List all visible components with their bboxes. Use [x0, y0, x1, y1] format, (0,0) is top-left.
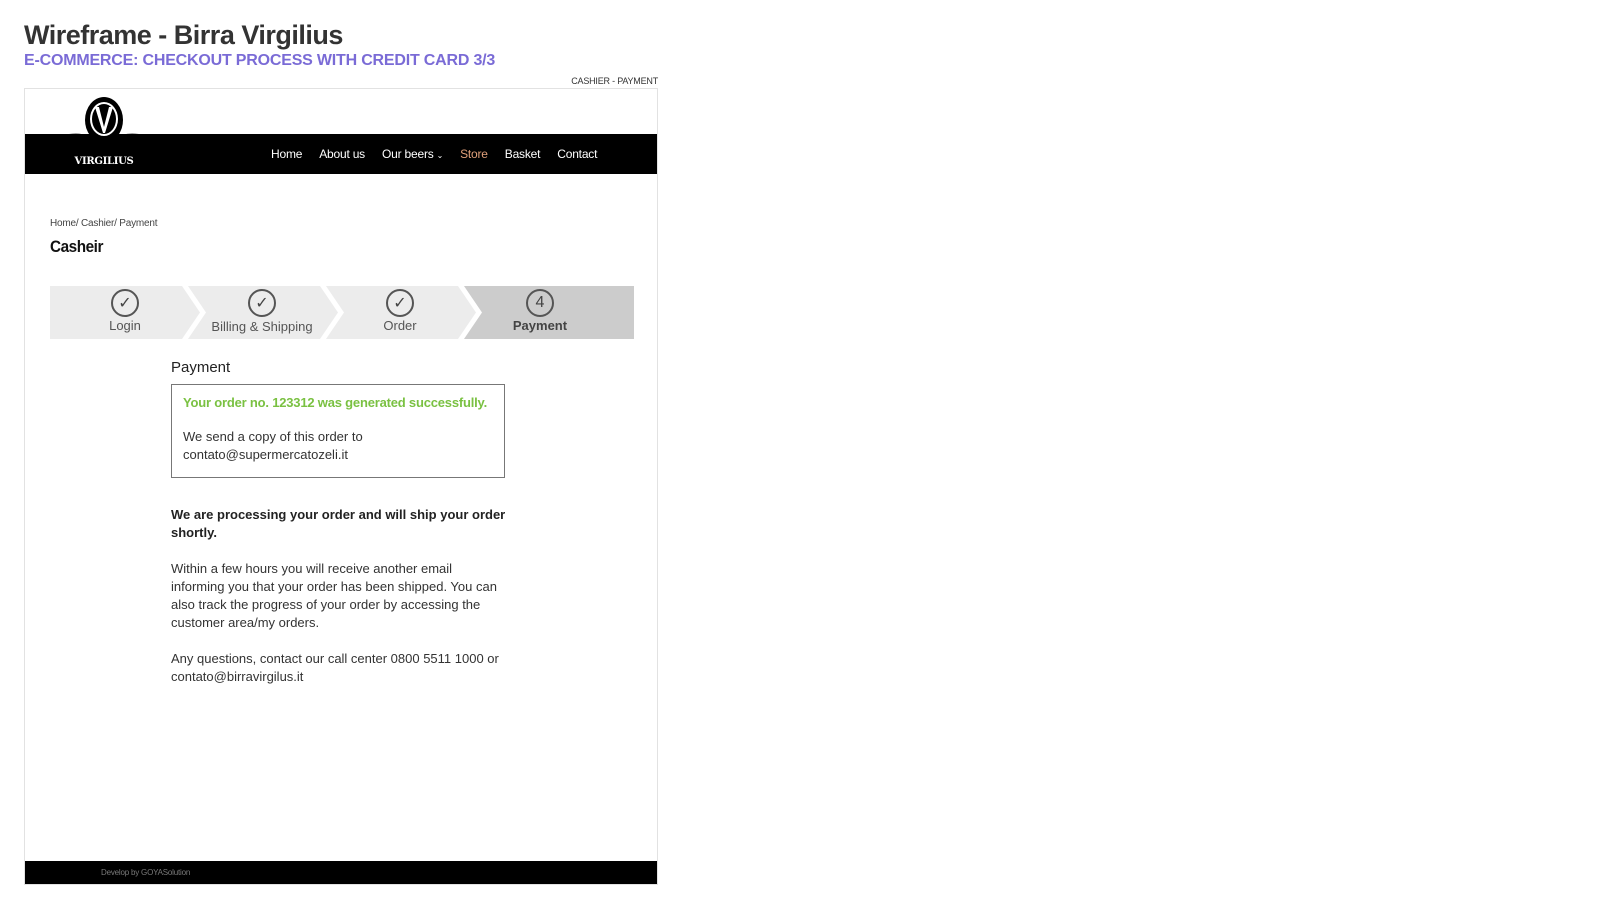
logo-text: VIRGILIUS	[74, 156, 134, 167]
nav-item-our-beers-label: Our beers	[382, 147, 434, 161]
nav-menu: Home About us Our beers ⌄ Store Basket Co…	[271, 134, 597, 174]
check-icon: ✓	[386, 289, 414, 317]
website-frame: Home About us Our beers ⌄ Store Basket Co…	[24, 88, 658, 885]
nav-item-home[interactable]: Home	[271, 147, 302, 161]
shipping-info: Within a few hours you will receive anot…	[171, 561, 497, 630]
copy-sent-message: We send a copy of this order to contato@…	[183, 429, 363, 462]
nav-item-basket[interactable]: Basket	[505, 147, 541, 161]
payment-content: Payment Your order no. 123312 was genera…	[171, 359, 507, 686]
nav-item-store[interactable]: Store	[460, 147, 488, 161]
step-number-icon: 4	[526, 289, 554, 317]
nav-item-contact[interactable]: Contact	[557, 147, 597, 161]
contact-info: Any questions, contact our call center 0…	[171, 651, 499, 684]
step-label-billing-shipping: Billing & Shipping	[211, 319, 313, 334]
order-confirmation-box: Your order no. 123312 was generated succ…	[171, 384, 505, 478]
footer-credit[interactable]: Develop by GOYASolution	[101, 868, 190, 877]
footer: Develop by GOYASolution	[25, 861, 657, 884]
chevron-down-icon: ⌄	[436, 151, 444, 160]
step-order[interactable]: ✓ Order	[338, 286, 462, 339]
step-label-login: Login	[109, 318, 141, 333]
screen-tag: CASHIER - PAYMENT	[571, 76, 658, 86]
breadcrumb[interactable]: Home/ Cashier/ Payment	[50, 218, 158, 229]
step-label-order: Order	[383, 318, 417, 333]
checkout-stepper: ✓ Login ✓ Billing & Shipping ✓ Order 4 P…	[50, 286, 634, 339]
step-billing-shipping[interactable]: ✓ Billing & Shipping	[200, 286, 324, 339]
step-login[interactable]: ✓ Login	[50, 286, 200, 339]
check-icon: ✓	[111, 289, 139, 317]
step-label-payment: Payment	[512, 318, 568, 333]
virgilius-logo[interactable]: VIRGILIUS	[69, 95, 139, 173]
page-title: Casheir	[50, 237, 103, 256]
success-message: Your order no. 123312 was generated succ…	[183, 395, 488, 410]
payment-heading: Payment	[171, 359, 231, 376]
nav-item-our-beers[interactable]: Our beers ⌄	[382, 147, 443, 161]
nav-item-about-us[interactable]: About us	[319, 147, 365, 161]
step-payment: 4 Payment	[482, 286, 598, 339]
wireframe-subtitle: E-COMMERCE: CHECKOUT PROCESS WITH CREDIT…	[24, 52, 496, 69]
wireframe-title: Wireframe - Birra Virgilius	[24, 20, 343, 50]
check-icon: ✓	[248, 289, 276, 317]
processing-message: We are processing your order and will sh…	[171, 507, 506, 540]
